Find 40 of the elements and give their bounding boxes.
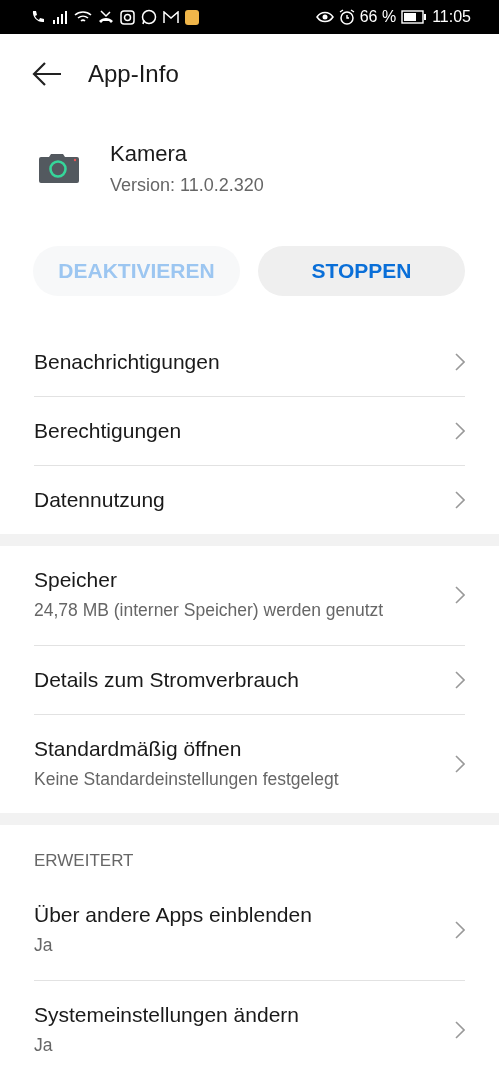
app-icon (185, 9, 199, 25)
page-title: App-Info (88, 60, 179, 88)
setting-subtitle: 24,78 MB (interner Speicher) werden genutzt (34, 599, 385, 622)
back-arrow-icon[interactable] (32, 62, 62, 86)
setting-subtitle: Ja (34, 934, 54, 957)
chevron-icon (455, 353, 465, 371)
signal-icon (52, 10, 68, 24)
stop-button[interactable]: STOPPEN (258, 246, 465, 296)
setting-title[interactable]: Über andere Apps einblenden (34, 903, 435, 927)
chevron-icon (455, 422, 465, 440)
setting-title[interactable]: Details zum Stromverbrauch (34, 667, 435, 692)
chevron-icon (455, 921, 465, 940)
setting-title[interactable]: Benachrichtigungen (34, 350, 435, 374)
chevron-icon (455, 754, 465, 773)
mail-icon (163, 10, 179, 24)
setting-title[interactable]: Datennutzung (34, 488, 435, 512)
app-version: Version: 11.0.2.320 (110, 174, 264, 196)
phone-icon (30, 9, 46, 25)
clock-time: 11:05 (432, 8, 471, 26)
camera-icon (38, 152, 80, 184)
battery-percent: 66 % (359, 8, 397, 26)
setting-subtitle: Keine Standardeinstellungen festgelegt (34, 767, 340, 791)
app-name: Kamera (110, 140, 189, 167)
setting-title[interactable]: Standardmäßig öffnen (34, 736, 435, 761)
wifi-icon (74, 10, 92, 24)
chevron-icon (455, 1020, 465, 1039)
chevron-icon (455, 586, 465, 605)
battery-icon (401, 10, 428, 24)
setting-title[interactable]: Berechtigungen (34, 419, 435, 443)
setting-title[interactable]: Speicher (34, 568, 435, 592)
camera-app-icon (120, 9, 135, 25)
setting-subtitle: Ja (34, 1033, 54, 1057)
eye-icon (315, 10, 334, 24)
chevron-icon (455, 491, 465, 509)
section-header: ERWEITERT (33, 850, 135, 872)
setting-title[interactable]: Systemeinstellungen ändern (34, 1002, 435, 1027)
chat-icon (141, 9, 157, 25)
chevron-icon (455, 670, 465, 689)
alarm-icon (338, 9, 355, 25)
missed-call-icon (98, 10, 114, 24)
